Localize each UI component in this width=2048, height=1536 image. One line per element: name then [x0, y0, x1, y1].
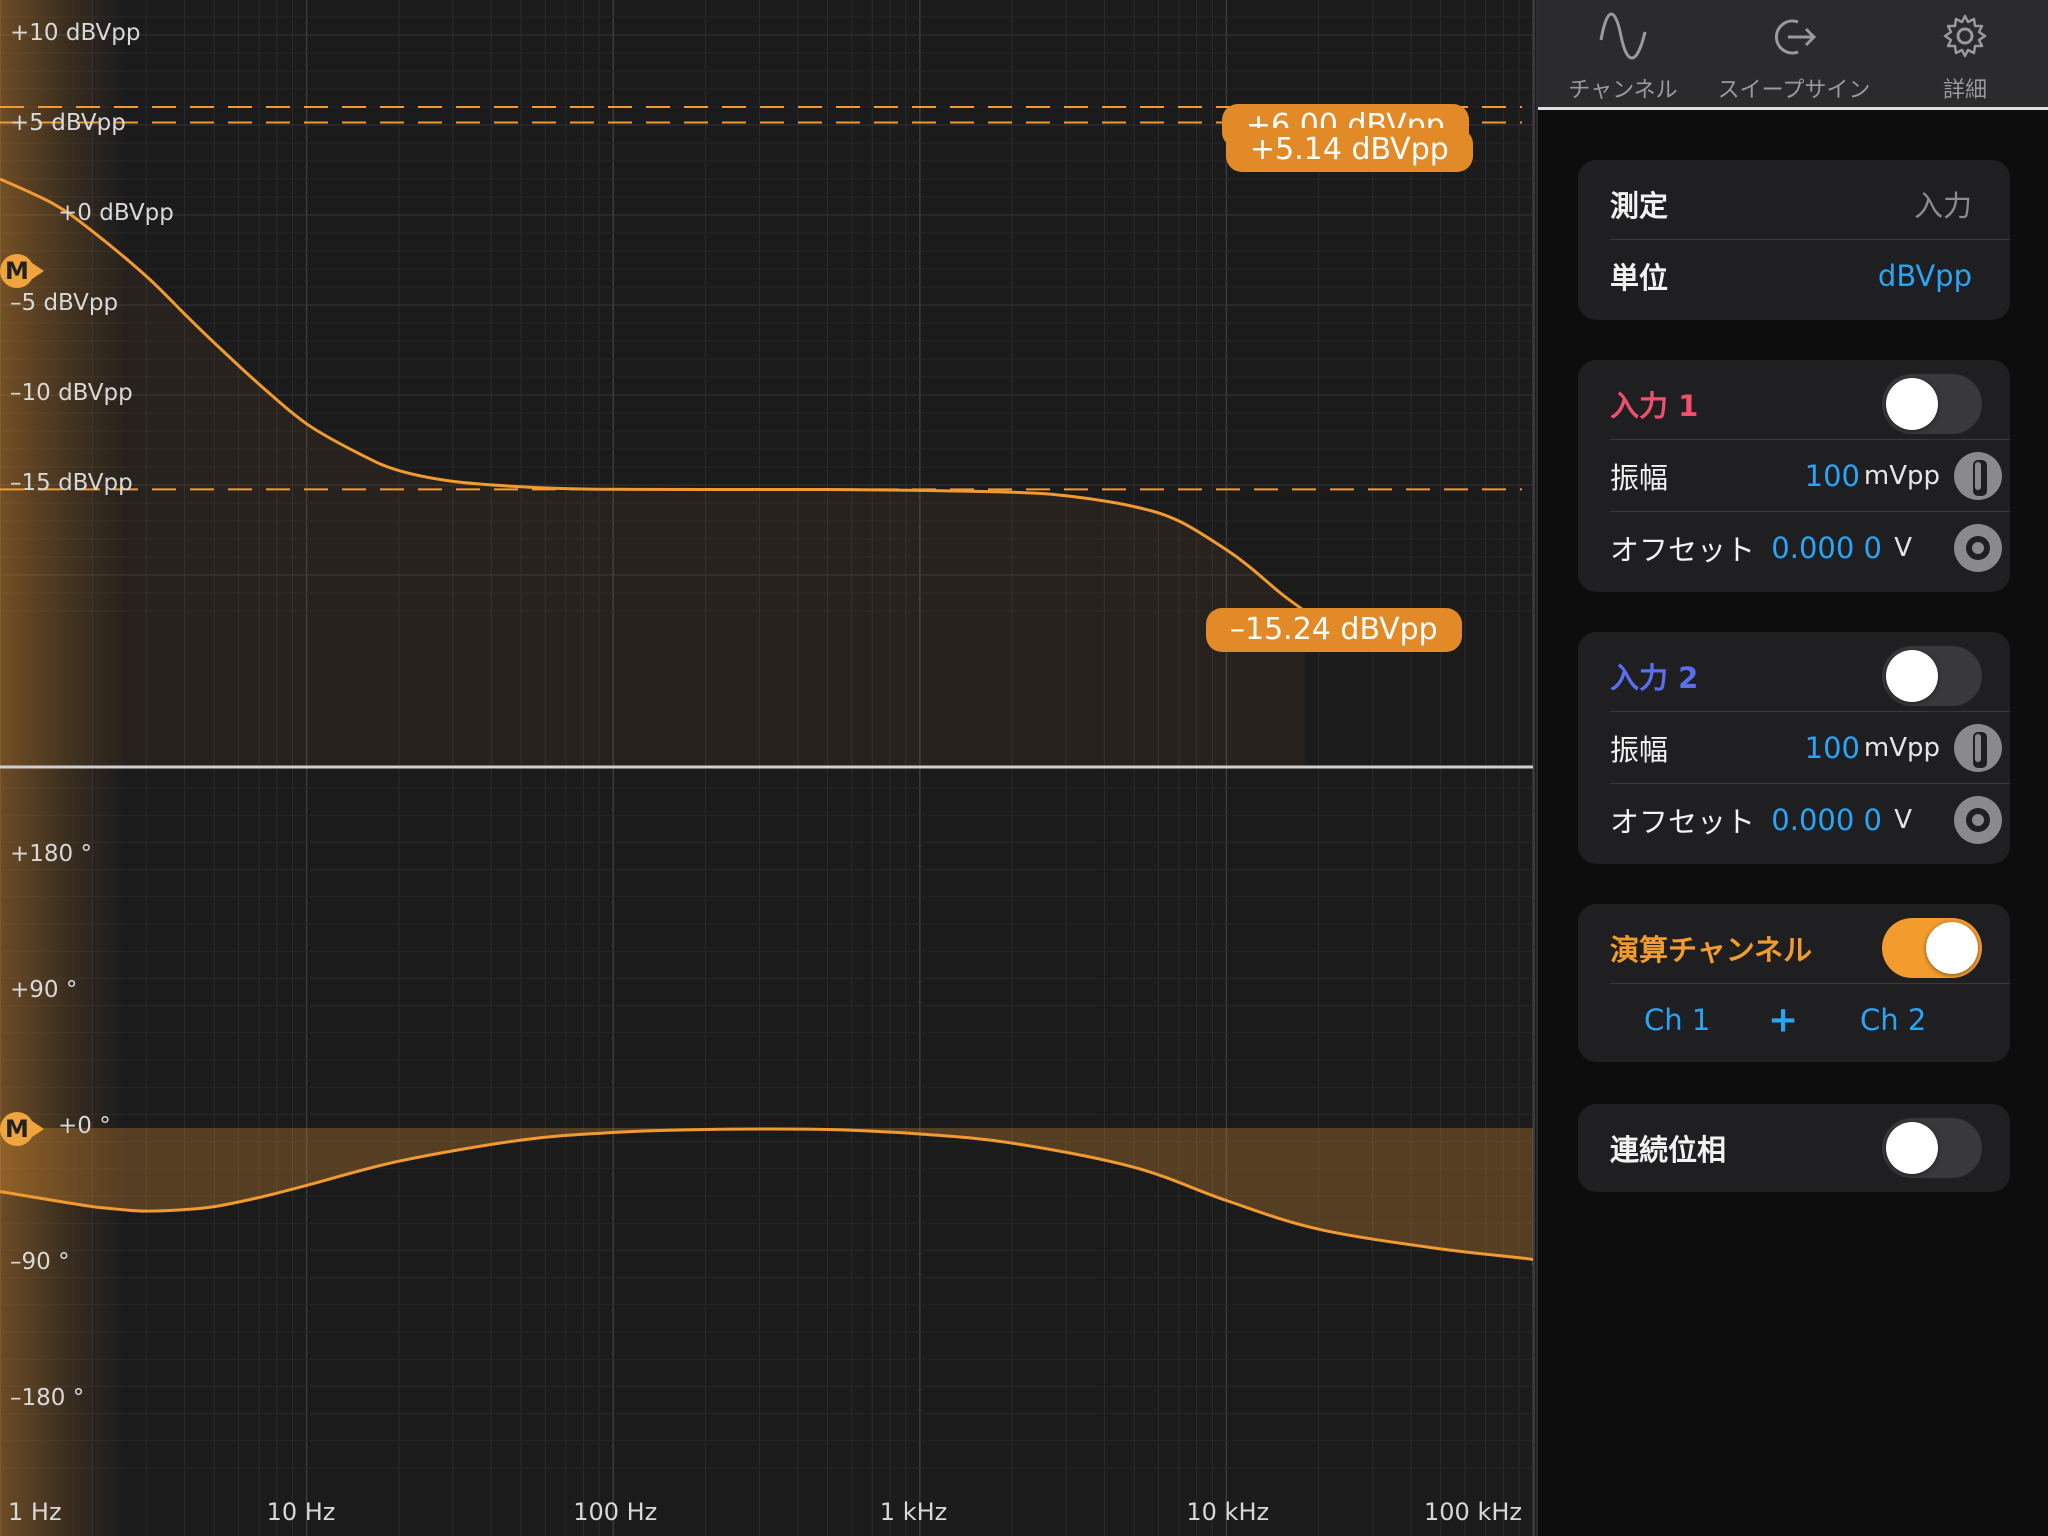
input2-offset-value[interactable]: 0.000 0: [1771, 803, 1882, 837]
phase-tick-label: +180 °: [10, 841, 92, 867]
math-expression-row: Ch 1 + Ch 2: [1578, 984, 2010, 1056]
frequency-tick-label: 1 kHz: [879, 1498, 948, 1526]
toggle-knob: [1886, 378, 1938, 430]
phase-marker-handle[interactable]: M: [0, 1112, 44, 1146]
toggle-knob: [1926, 922, 1978, 974]
magnitude-tick-label: –10 dBVpp: [10, 380, 133, 406]
sine-wave-icon: [1599, 12, 1647, 60]
sweep-export-icon: [1775, 19, 1817, 55]
settings-panel: チャンネル スイープサイン 詳細 測定 入力 単位 dBVpp 入力 1 振幅 …: [1536, 0, 2048, 1536]
measure-value: 入力: [1913, 189, 1972, 223]
tab-channel-label: チャンネル: [1568, 78, 1678, 103]
math-operator[interactable]: +: [1768, 1000, 1798, 1041]
frequency-tick-label: 100 kHz: [1424, 1498, 1522, 1526]
input2-amplitude-label: 振幅: [1610, 733, 1669, 767]
input1-amplitude-value[interactable]: 100: [1805, 459, 1860, 493]
input2-toggle[interactable]: [1882, 646, 1982, 706]
measurement-card: 測定 入力 単位 dBVpp: [1578, 160, 2010, 320]
continuous-phase-card: 連続位相: [1578, 1104, 2010, 1192]
frequency-tick-label: 10 Hz: [266, 1498, 336, 1526]
input1-title: 入力 1: [1610, 389, 1699, 423]
magnitude-marker-handle[interactable]: M: [0, 254, 44, 288]
tab-channel[interactable]: チャンネル: [1538, 0, 1708, 110]
tab-sweep-sine[interactable]: スイープサイン: [1708, 0, 1880, 110]
phase-tick-label: +0 °: [58, 1113, 111, 1139]
math-header-row: 演算チャンネル: [1610, 912, 2010, 984]
input1-toggle[interactable]: [1882, 374, 1982, 434]
math-channel-title: 演算チャンネル: [1610, 933, 1813, 967]
bode-plot[interactable]: [0, 0, 1535, 1536]
input2-offset-knob[interactable]: [1954, 796, 2002, 844]
frequency-tick-label: 10 kHz: [1186, 1498, 1270, 1526]
tab-details[interactable]: 詳細: [1880, 0, 2048, 110]
input1-amplitude-label: 振幅: [1610, 461, 1669, 495]
measure-label: 測定: [1610, 189, 1669, 223]
frequency-tick-label: 100 Hz: [573, 1498, 658, 1526]
input2-amplitude-unit: mVpp: [1863, 733, 1940, 763]
input2-header-row: 入力 2: [1610, 640, 2010, 712]
input1-amplitude-unit: mVpp: [1863, 461, 1940, 491]
tab-bar: チャンネル スイープサイン 詳細: [1538, 0, 2048, 110]
magnitude-tick-label: +5 dBVpp: [10, 110, 126, 136]
input2-offset-row[interactable]: オフセット 0.000 0 V: [1610, 784, 2010, 856]
unit-label: 単位: [1610, 261, 1669, 295]
continuous-phase-row: 連続位相: [1610, 1112, 2010, 1184]
input1-offset-label: オフセット: [1610, 533, 1756, 567]
input1-amplitude-row[interactable]: 振幅 100 mVpp: [1610, 440, 2010, 512]
input2-amplitude-knob[interactable]: [1954, 724, 2002, 772]
unit-value: dBVpp: [1877, 259, 1972, 293]
input1-offset-row[interactable]: オフセット 0.000 0 V: [1610, 512, 2010, 584]
phase-tick-label: –180 °: [10, 1385, 85, 1411]
input1-header-row: 入力 1: [1610, 368, 2010, 440]
magnitude-tick-label: –5 dBVpp: [10, 290, 119, 316]
input2-offset-label: オフセット: [1610, 805, 1756, 839]
magnitude-tick-label: –15 dBVpp: [10, 470, 133, 496]
math-channel-b[interactable]: Ch 2: [1860, 1003, 1926, 1037]
continuous-phase-toggle[interactable]: [1882, 1118, 1982, 1178]
phase-tick-label: +90 °: [10, 977, 78, 1003]
toggle-knob: [1886, 650, 1938, 702]
input1-card: 入力 1 振幅 100 mVpp オフセット 0.000 0 V: [1578, 360, 2010, 592]
input2-title: 入力 2: [1610, 661, 1699, 695]
tab-sweep-sine-label: スイープサイン: [1717, 78, 1871, 103]
input1-offset-knob[interactable]: [1954, 524, 2002, 572]
unit-row[interactable]: 単位 dBVpp: [1610, 240, 2010, 312]
input1-offset-value[interactable]: 0.000 0: [1771, 531, 1882, 565]
input1-amplitude-knob[interactable]: [1954, 452, 2002, 500]
magnitude-fill: [0, 179, 1305, 766]
gear-icon: [1943, 14, 1987, 58]
tab-details-label: 詳細: [1942, 78, 1987, 103]
measure-row[interactable]: 測定 入力: [1610, 168, 2010, 240]
toggle-knob: [1886, 1122, 1938, 1174]
phase-tick-label: –90 °: [10, 1249, 70, 1275]
input2-card: 入力 2 振幅 100 mVpp オフセット 0.000 0 V: [1578, 632, 2010, 864]
marker-readout-mid[interactable]: –15.24 dBVpp: [1206, 608, 1462, 652]
input1-offset-unit: V: [1894, 533, 1912, 563]
plot-area[interactable]: +10 dBVpp +5 dBVpp +0 dBVpp –5 dBVpp –10 dBV…: [0, 0, 1535, 1536]
input2-offset-unit: V: [1894, 805, 1912, 835]
frequency-tick-label: 1 Hz: [8, 1498, 62, 1526]
input2-amplitude-row[interactable]: 振幅 100 mVpp: [1610, 712, 2010, 784]
math-channel-card: 演算チャンネル Ch 1 + Ch 2: [1578, 904, 2010, 1062]
math-channel-a[interactable]: Ch 1: [1644, 1003, 1710, 1037]
math-channel-toggle[interactable]: [1882, 918, 1982, 978]
magnitude-tick-label: +10 dBVpp: [10, 20, 141, 46]
input2-amplitude-value[interactable]: 100: [1805, 731, 1860, 765]
magnitude-tick-label: +0 dBVpp: [58, 200, 174, 226]
continuous-phase-label: 連続位相: [1610, 1133, 1727, 1167]
marker-readout-top[interactable]: +5.14 dBVpp: [1226, 128, 1473, 172]
